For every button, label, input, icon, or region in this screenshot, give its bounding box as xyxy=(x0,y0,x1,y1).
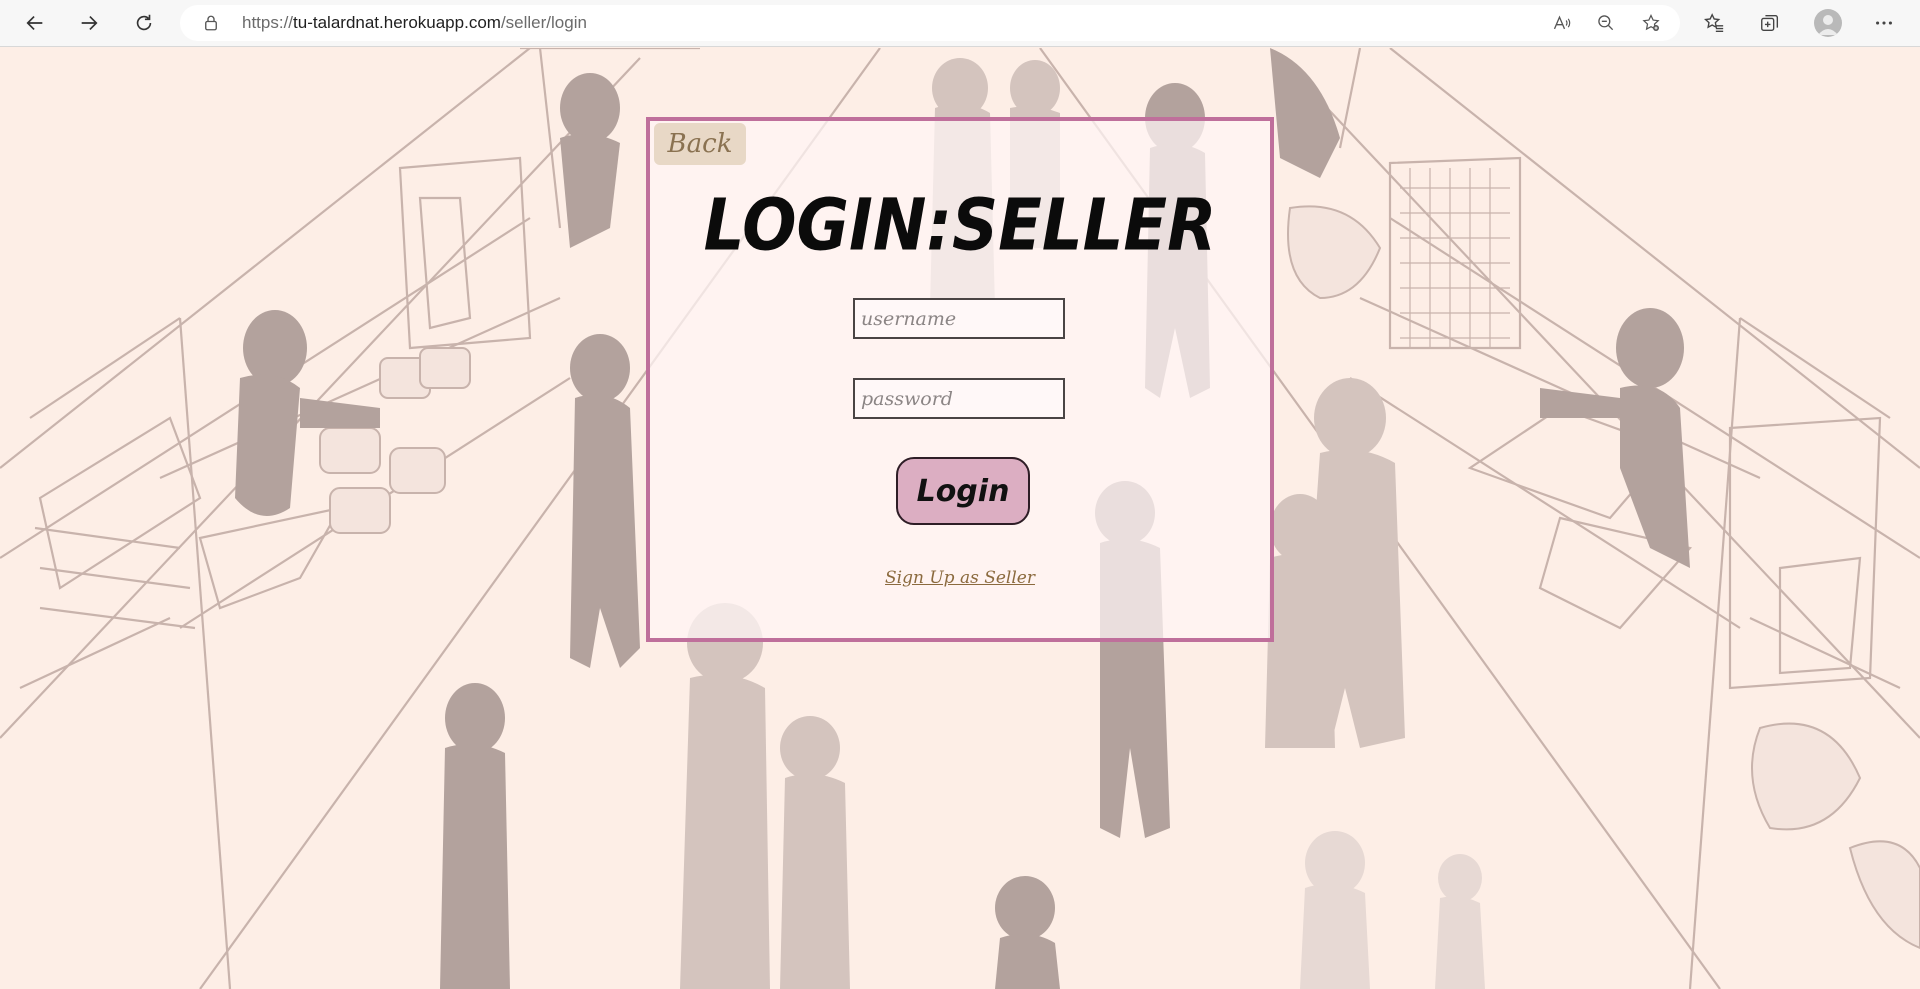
login-button[interactable]: Login xyxy=(896,457,1030,525)
login-card: Back LOGIN:SELLER Login Sign Up as Selle… xyxy=(646,117,1274,642)
reload-icon[interactable] xyxy=(129,8,159,38)
url-path: /seller/login xyxy=(500,13,587,32)
page-content: Back LOGIN:SELLER Login Sign Up as Selle… xyxy=(0,48,1920,989)
page-title: LOGIN:SELLER xyxy=(703,184,1217,268)
collections-icon[interactable] xyxy=(1756,9,1784,37)
back-arrow-icon[interactable] xyxy=(20,8,50,38)
signup-link: Sign Up as Seller xyxy=(650,568,1270,588)
browser-toolbar: https://tu-talardnat.herokuapp.com/selle… xyxy=(0,0,1920,47)
forward-arrow-icon[interactable] xyxy=(74,8,104,38)
add-favorite-icon[interactable] xyxy=(1639,12,1663,34)
more-options-icon[interactable] xyxy=(1870,9,1898,37)
url-text[interactable]: https://tu-talardnat.herokuapp.com/selle… xyxy=(242,13,587,33)
address-bar[interactable]: https://tu-talardnat.herokuapp.com/selle… xyxy=(180,5,1680,41)
signup-link-text[interactable]: Sign Up as Seller xyxy=(885,568,1035,588)
back-button[interactable]: Back xyxy=(654,123,746,165)
zoom-out-icon[interactable] xyxy=(1594,12,1618,34)
url-host: tu-talardnat.herokuapp.com xyxy=(293,13,501,32)
url-prefix: https:// xyxy=(242,13,294,32)
password-input[interactable] xyxy=(853,378,1065,419)
username-input[interactable] xyxy=(853,298,1065,339)
profile-avatar[interactable] xyxy=(1814,9,1842,37)
lock-icon[interactable] xyxy=(202,14,220,32)
favorites-icon[interactable] xyxy=(1700,9,1728,37)
read-aloud-icon[interactable] xyxy=(1550,12,1574,34)
